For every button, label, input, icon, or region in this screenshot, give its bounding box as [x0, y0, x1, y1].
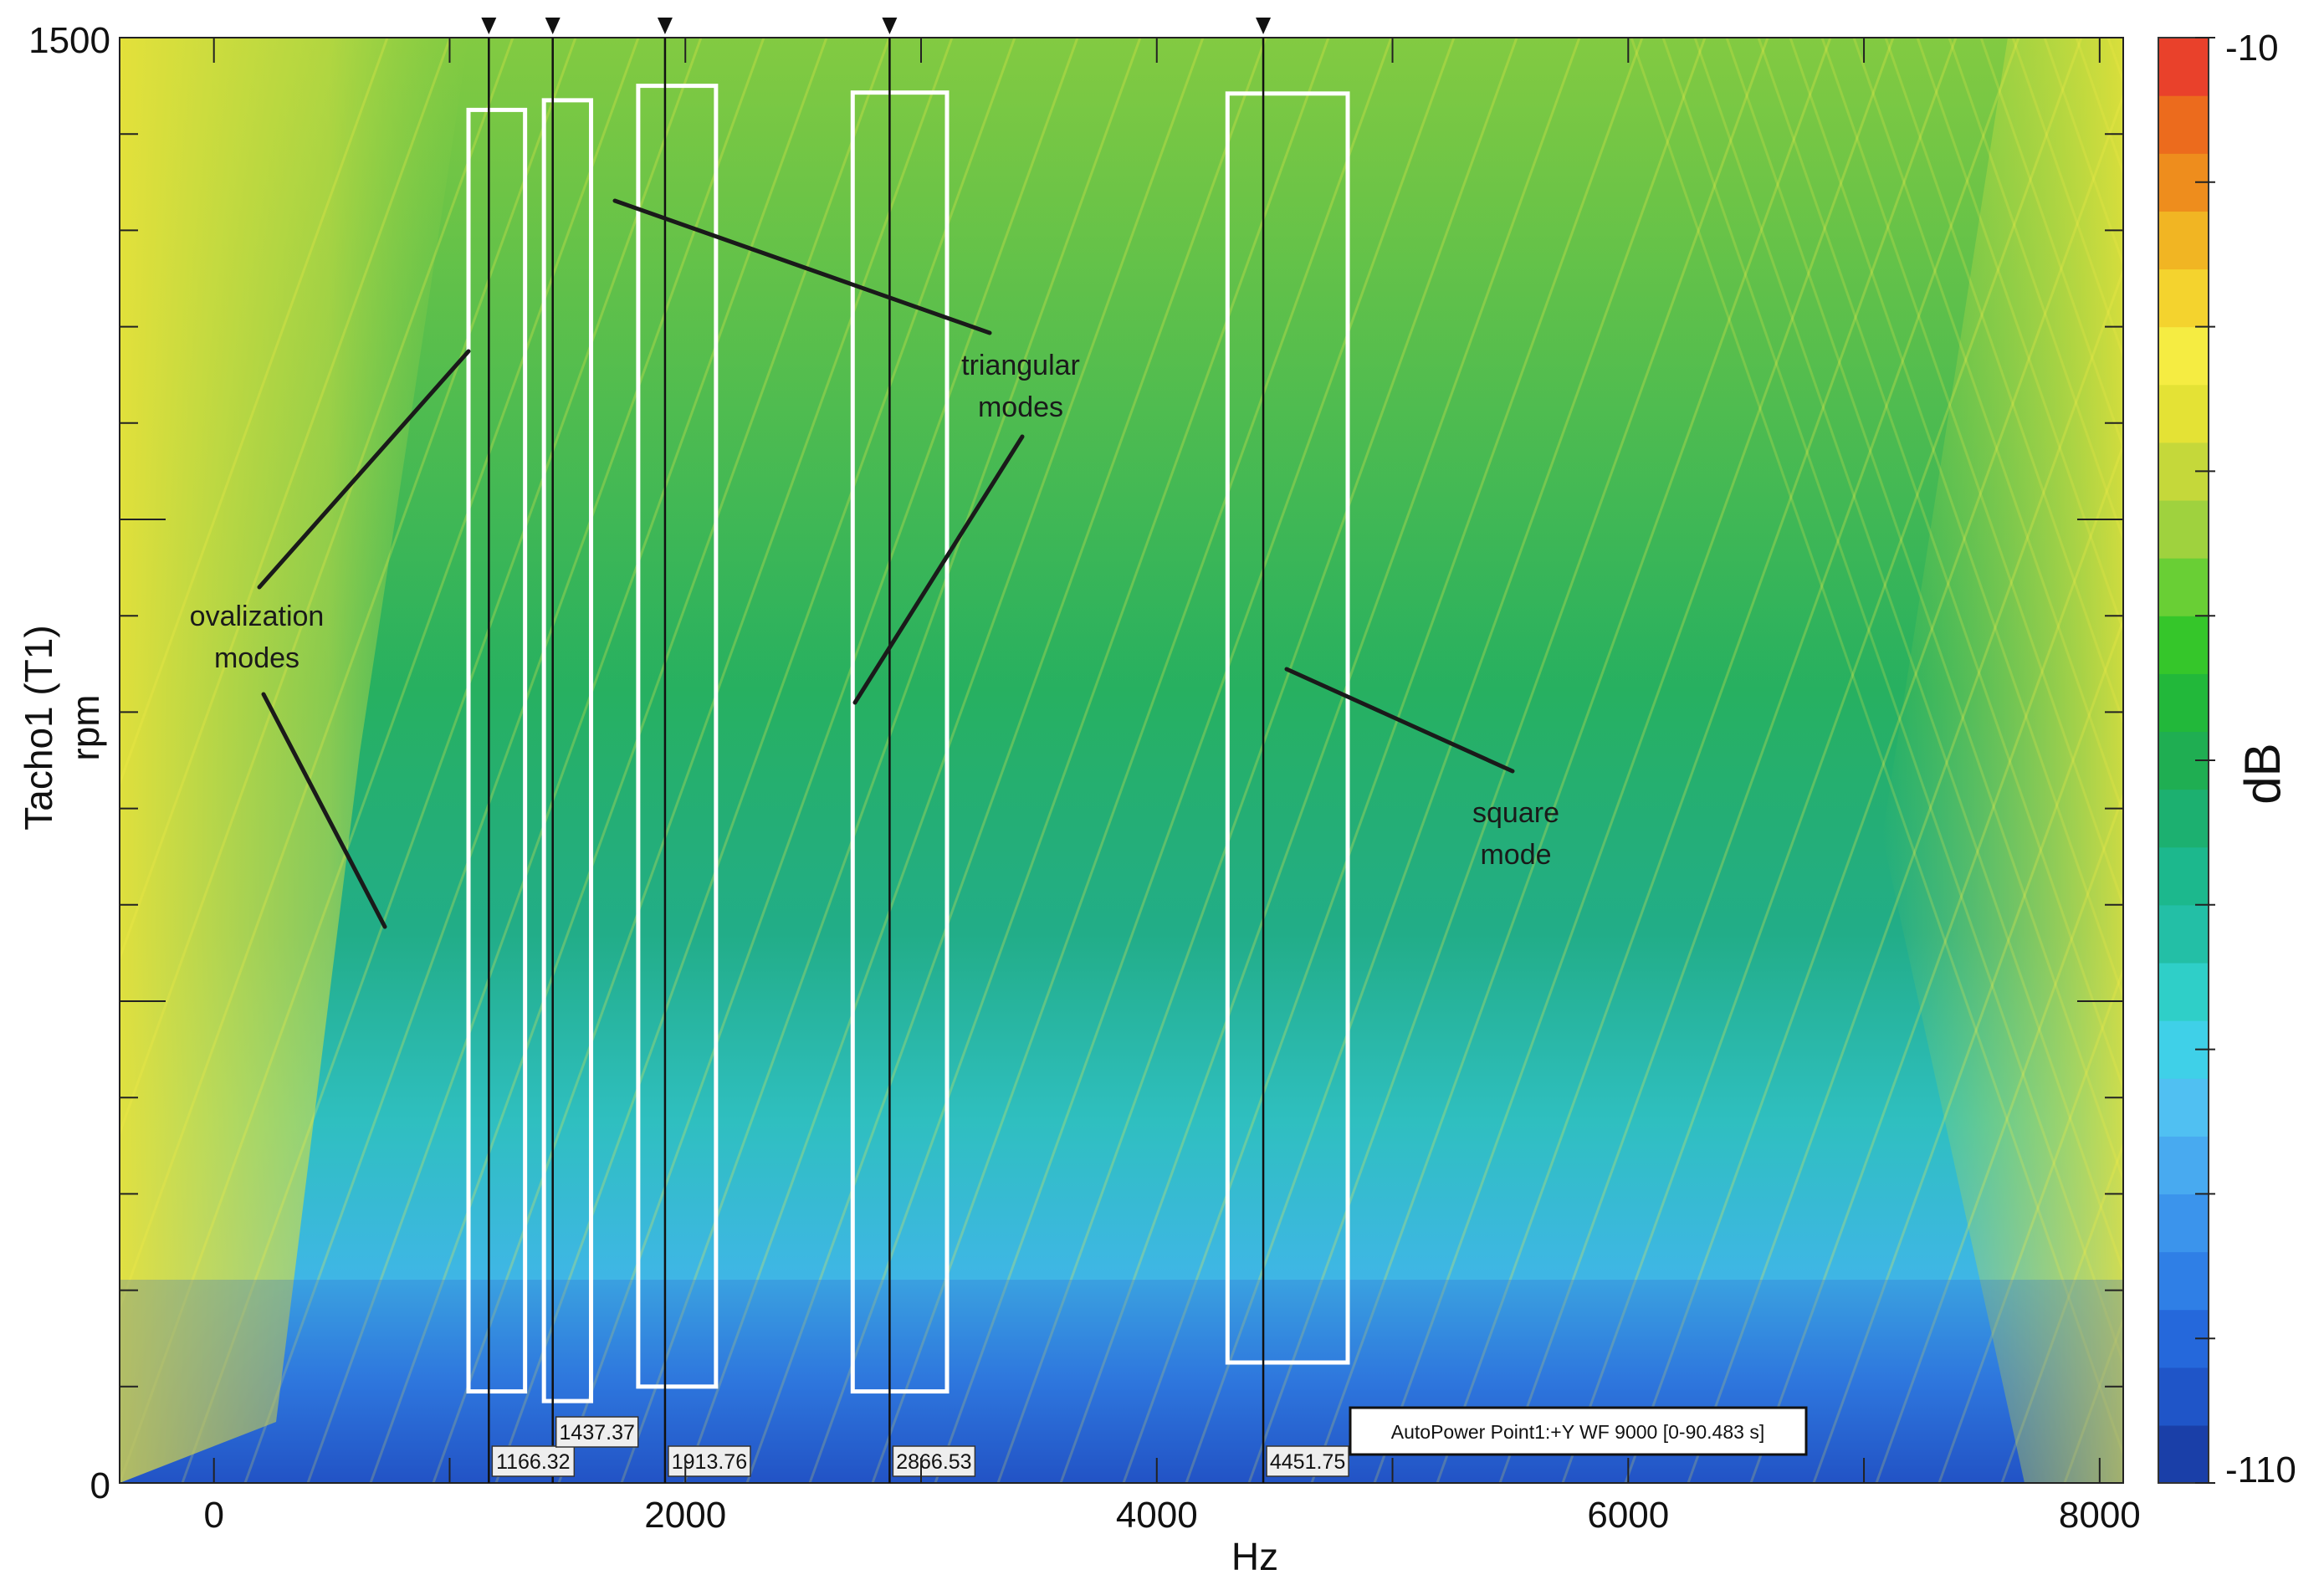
- cursor-label: 1166.32: [496, 1450, 571, 1474]
- colorbar-title: dB: [2234, 743, 2291, 804]
- colorbar-segment: [2158, 268, 2209, 328]
- x-axis-title: Hz: [1231, 1535, 1278, 1578]
- colorbar-segment: [2158, 962, 2209, 1021]
- colorbar-segment: [2158, 673, 2209, 733]
- spectrogram-plot-area: [120, 38, 2324, 1483]
- order-line: [2106, 38, 2123, 85]
- colorbar-segment: [2158, 499, 2209, 559]
- y-tick-label: 0: [90, 1465, 110, 1506]
- trace-legend: AutoPower Point1:+Y WF 9000 [0-90.483 s]: [1349, 1406, 1808, 1456]
- annotation-triangular-line2: modes: [978, 391, 1063, 423]
- cursor-marker-icon: [481, 18, 497, 34]
- colorbar-segment: [2158, 904, 2209, 964]
- annotation-square-line1: square: [1472, 797, 1559, 829]
- colorbar-tick-top: -10: [2225, 28, 2279, 69]
- colorbar-segment: [2158, 558, 2209, 616]
- trace-legend-text: AutoPower Point1:+Y WF 9000 [0-90.483 s]: [1391, 1421, 1764, 1443]
- annotation-square-line2: mode: [1480, 839, 1551, 871]
- y-axis-title-line2: rpm: [64, 694, 107, 760]
- cursor-marker-icon: [1256, 18, 1272, 34]
- colorbar-segment: [2158, 789, 2209, 848]
- y-axis-title-line1: Tacho1 (T1): [17, 625, 60, 830]
- colorbar-segment: [2158, 846, 2209, 906]
- annotation-triangular-line1: triangular: [961, 350, 1080, 381]
- colorbar-segment: [2158, 1078, 2209, 1137]
- cursor-marker-icon: [657, 18, 673, 34]
- y-tick-label: 1500: [28, 20, 110, 61]
- annotation-ovalization-line2: modes: [214, 642, 299, 674]
- colorbar-segment: [2158, 616, 2209, 674]
- cursor-label: 1437.37: [560, 1421, 635, 1444]
- cursor-marker-icon: [545, 18, 561, 34]
- colorbar-segment: [2158, 1424, 2209, 1484]
- colorbar-segment: [2158, 1251, 2209, 1311]
- order-line: [2316, 38, 2324, 1483]
- colorbar-segment: [2158, 1194, 2209, 1253]
- colorbar-segment: [2158, 1136, 2209, 1194]
- colorbar-tick-bottom: -110: [2225, 1450, 2296, 1490]
- colorbar-segment: [2158, 1367, 2209, 1426]
- waterfall-chart: 1166.32 1437.37 1913.76 2866.53 4451.75 0 200…: [17, 18, 2324, 1578]
- x-tick-label: 4000: [1116, 1495, 1198, 1536]
- colorbar-segment: [2158, 384, 2209, 443]
- order-line: [2127, 38, 2324, 1483]
- colorbar: [2158, 37, 2215, 1484]
- spectrogram-low-rpm-band: [120, 1280, 2123, 1483]
- x-tick-label: 8000: [2059, 1495, 2141, 1536]
- cursor-label: 2866.53: [896, 1450, 971, 1474]
- x-tick-labels: 0 2000 4000 6000 8000: [203, 1495, 2140, 1536]
- x-tick-label: 2000: [644, 1495, 726, 1536]
- colorbar-segment: [2158, 326, 2209, 386]
- colorbar-segment: [2158, 95, 2209, 154]
- annotation-ovalization-line1: ovalization: [190, 601, 325, 632]
- x-tick-label: 6000: [1587, 1495, 1669, 1536]
- order-line: [2299, 38, 2324, 1483]
- colorbar-segment: [2158, 211, 2209, 270]
- x-tick-label: 0: [203, 1495, 223, 1536]
- cursor-label: 1913.76: [672, 1450, 747, 1474]
- cursor-marker-icon: [882, 18, 898, 34]
- colorbar-segment: [2158, 38, 2209, 96]
- cursor-label: 4451.75: [1270, 1450, 1345, 1474]
